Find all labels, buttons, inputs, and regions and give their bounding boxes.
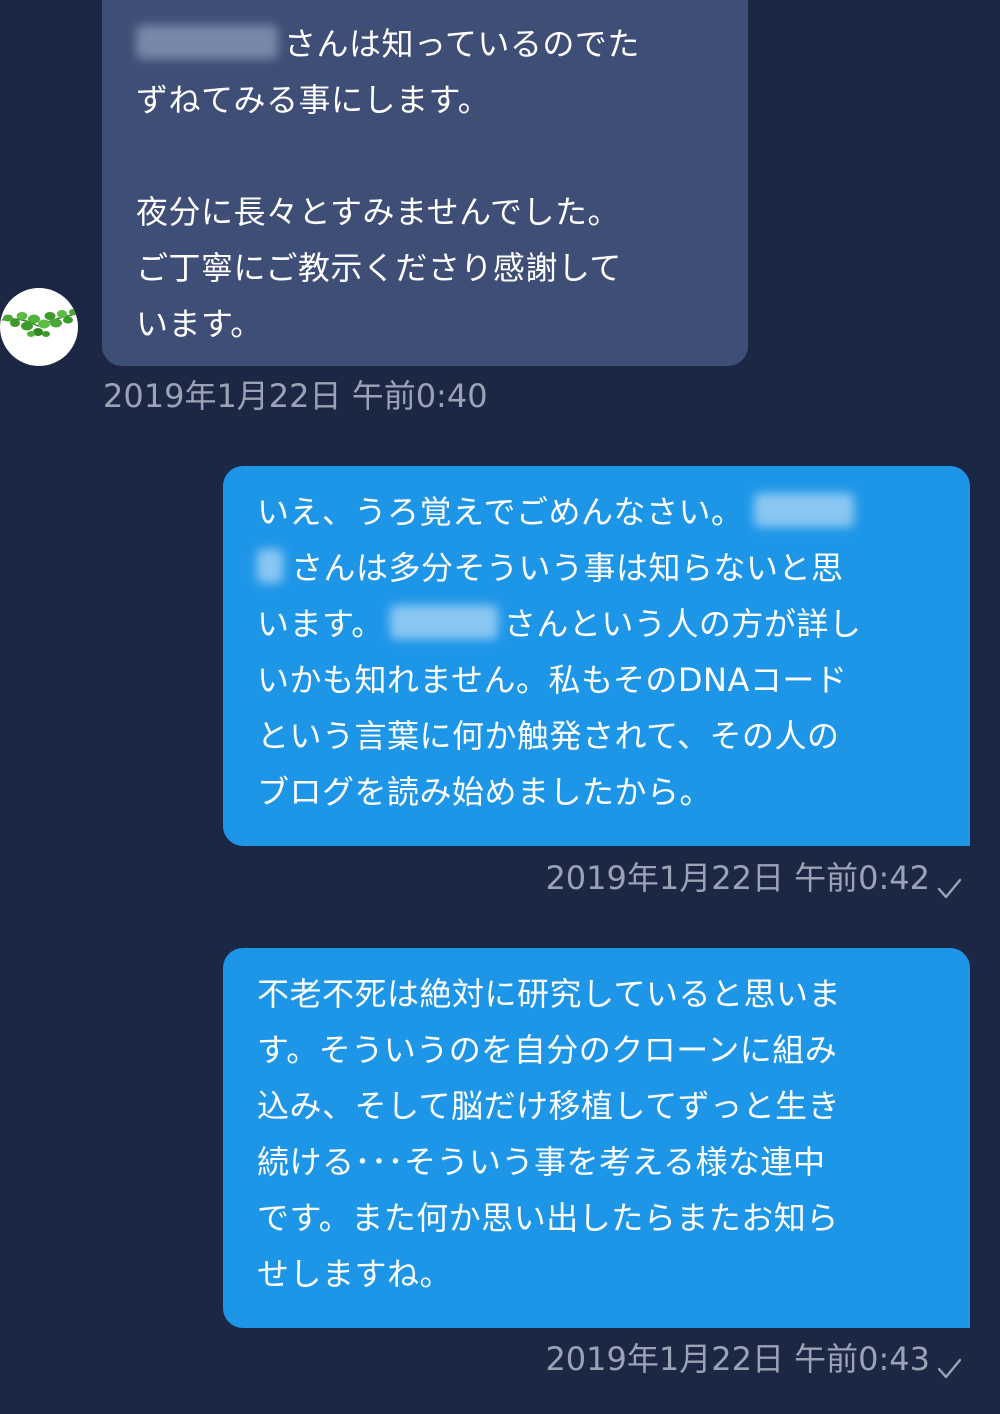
checkmark-icon: [937, 1358, 962, 1379]
message-line: さんは知っているのでた: [136, 16, 748, 72]
message-line: です。また何か思い出したらまたお知ら: [257, 1199, 839, 1237]
message-line: います。 さんという人の方が詳し: [257, 596, 970, 652]
message-line: という言葉に何か触発されて、その人の: [257, 717, 840, 755]
checkmark-icon: [937, 878, 962, 899]
message-text: さんという人の方が詳し: [503, 605, 862, 643]
message-line: さんは多分そういう事は知らないと思: [257, 540, 970, 596]
message-line: ずねてみる事にします。: [136, 81, 491, 119]
message-timestamp: 2019年1月22日 午前0:43: [545, 1340, 930, 1378]
message-line: す。そういうのを自分のクローンに組み: [257, 1031, 838, 1069]
message-text: いえ、うろ覚えでごめんなさい。: [257, 493, 744, 531]
redacted-name: [136, 25, 278, 59]
message-line: いかも知れません。私もそのDNAコード: [257, 661, 848, 699]
message-text: さんは多分そういう事は知らないと思: [291, 549, 844, 587]
incoming-message-bubble[interactable]: さんは知っているのでた ずねてみる事にします。 夜分に長々とすみませんでした。 …: [102, 0, 748, 366]
message-line: ご丁寧にご教示くださり感謝して: [136, 249, 622, 287]
redacted-name: [389, 605, 498, 639]
message-line: 夜分に長々とすみませんでした。: [136, 193, 620, 231]
message-line: ブログを読み始めましたから。: [257, 773, 713, 811]
message-line: [136, 128, 748, 184]
message-timestamp: 2019年1月22日 午前0:42: [545, 859, 930, 897]
redacted-name: [257, 549, 283, 583]
message-line: いえ、うろ覚えでごめんなさい。: [257, 484, 970, 540]
message-line: 込み、そして脳だけ移植してずっと生き: [257, 1087, 841, 1125]
message-text: さんは知っているのでた: [284, 25, 640, 63]
redacted-name: [753, 493, 854, 527]
outgoing-message-bubble[interactable]: いえ、うろ覚えでごめんなさい。 さんは多分そういう事は知らないと思 います。 さん…: [223, 466, 970, 846]
message-line: います。: [136, 305, 263, 343]
message-line: せしますね。: [257, 1255, 453, 1293]
message-line: 続ける･･･そういう事を考える様な連中: [257, 1143, 826, 1181]
ivy-leaves-icon: [1, 309, 77, 337]
outgoing-message-bubble[interactable]: 不老不死は絶対に研究していると思いま す。そういうのを自分のクローンに組み 込み…: [223, 948, 970, 1328]
message-timestamp: 2019年1月22日 午前0:40: [103, 377, 488, 415]
message-line: 不老不死は絶対に研究していると思いま: [257, 975, 842, 1013]
message-text: います。: [257, 605, 384, 643]
contact-avatar[interactable]: [0, 288, 78, 366]
